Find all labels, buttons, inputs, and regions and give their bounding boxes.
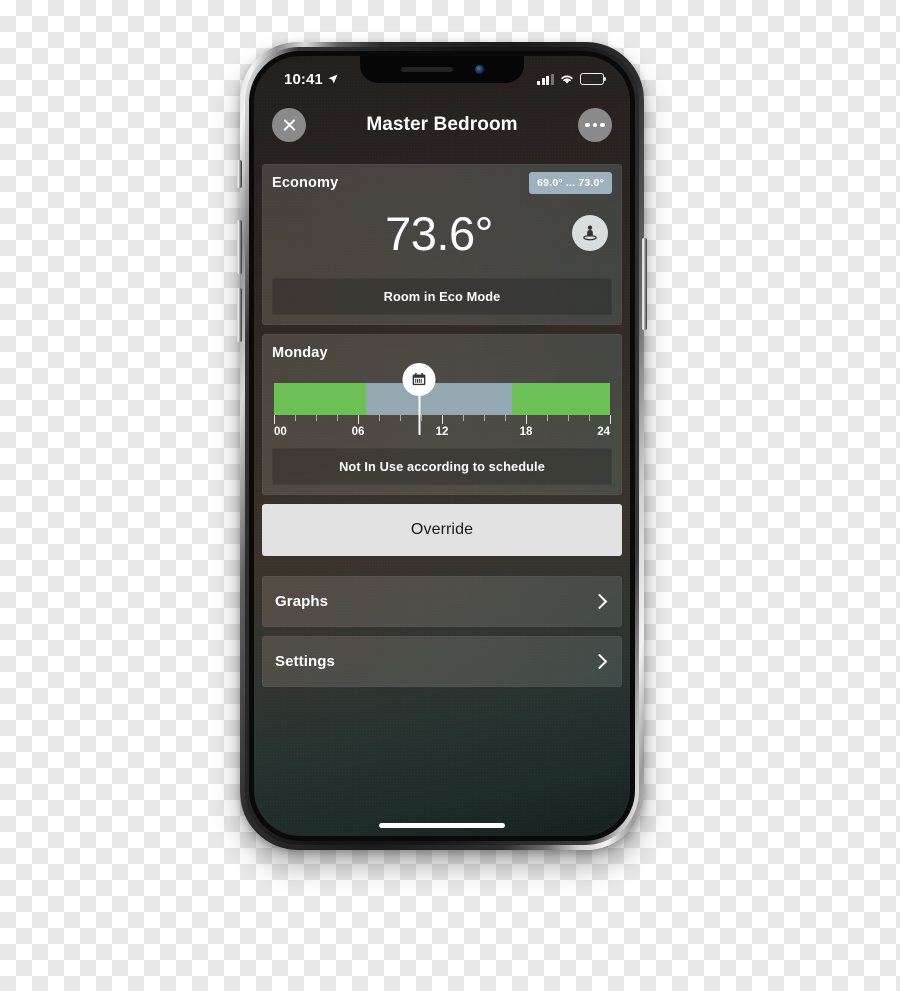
temperature-row: 73.6° — [272, 194, 612, 272]
volume-up-button[interactable] — [237, 220, 242, 274]
home-indicator[interactable] — [379, 823, 505, 828]
timeline-tick-minor — [400, 415, 402, 421]
more-options-button[interactable] — [577, 108, 612, 142]
timeline-tick-major — [442, 415, 444, 424]
setpoint-range-badge[interactable]: 69.0° ... 73.0° — [529, 172, 612, 194]
timeline-axis-label: 12 — [435, 426, 449, 438]
schedule-marker-stem — [418, 395, 421, 435]
timeline-segment — [274, 383, 367, 415]
phone-screen: 10:41 Master Bedroom Economy 69.0° ... 7… — [254, 56, 630, 836]
eco-mode-status: Room in Eco Mode — [272, 278, 612, 315]
status-bar-time-group: 10:41 — [284, 71, 339, 88]
close-button[interactable] — [272, 108, 306, 142]
status-bar-time: 10:41 — [284, 70, 323, 88]
schedule-marker-bubble — [402, 363, 436, 396]
menu-row-label: Settings — [275, 653, 335, 670]
timeline-tick-minor — [337, 415, 339, 421]
timeline-axis-label: 24 — [597, 426, 610, 438]
timeline-bar[interactable] — [274, 383, 610, 415]
timeline-segment — [366, 383, 512, 415]
schedule-status: Not In Use according to schedule — [272, 448, 612, 485]
timeline-tick-major — [358, 415, 360, 424]
timeline-tick-minor — [547, 415, 549, 421]
more-options-icon — [585, 122, 605, 128]
navigation-bar: Master Bedroom — [254, 94, 630, 156]
cellular-signal-icon — [537, 73, 554, 85]
schedule-day-label: Monday — [272, 345, 328, 361]
schedule-card: Monday 00 06 12 18 24 Not In Use accordi… — [262, 334, 622, 495]
page-title: Master Bedroom — [366, 114, 518, 135]
presence-person-icon — [583, 225, 597, 241]
timeline-axis-labels: 00 06 12 18 24 — [274, 426, 610, 442]
menu-row-graphs[interactable]: Graphs — [262, 576, 622, 627]
timeline-ticks — [274, 415, 612, 424]
economy-card-header: Economy 69.0° ... 73.0° — [272, 172, 612, 194]
timeline-tick-minor — [484, 415, 486, 421]
wifi-icon — [561, 75, 573, 84]
presence-button[interactable] — [572, 215, 608, 251]
timeline-segment — [512, 383, 610, 415]
power-button[interactable] — [642, 238, 647, 330]
battery-icon — [580, 73, 607, 85]
menu-row-settings[interactable]: Settings — [262, 636, 622, 687]
current-temperature: 73.6° — [385, 206, 493, 260]
menu-row-label: Graphs — [275, 593, 329, 610]
economy-card-title: Economy — [272, 175, 339, 191]
timeline-tick-minor — [316, 415, 318, 421]
close-icon — [282, 118, 297, 133]
timeline-tick-minor — [505, 415, 507, 421]
timeline-tick-major — [526, 415, 528, 424]
timeline-tick-minor — [295, 415, 297, 421]
earpiece-speaker-icon — [400, 67, 453, 72]
timeline-axis-label: 00 — [274, 426, 287, 438]
schedule-marker[interactable] — [402, 363, 436, 435]
chevron-right-icon — [591, 653, 608, 670]
timeline-axis-label: 06 — [351, 426, 365, 438]
front-camera-icon — [474, 65, 484, 74]
calendar-schedule-icon — [412, 372, 426, 386]
schedule-timeline[interactable]: 00 06 12 18 24 — [272, 363, 612, 442]
timeline-tick-major — [274, 415, 276, 424]
location-arrow-icon — [328, 74, 338, 84]
volume-down-button[interactable] — [237, 288, 242, 342]
timeline-tick-minor — [568, 415, 570, 421]
main-content: Economy 69.0° ... 73.0° 73.6° Room in Ec… — [254, 156, 630, 687]
timeline-axis-label: 18 — [519, 426, 533, 438]
timeline-tick-major — [610, 415, 612, 424]
status-bar-indicators — [537, 73, 607, 85]
device-notch — [360, 56, 524, 83]
mute-switch[interactable] — [237, 160, 242, 188]
economy-card: Economy 69.0° ... 73.0° 73.6° Room in Ec… — [262, 164, 622, 325]
timeline-tick-minor — [379, 415, 381, 421]
override-button[interactable]: Override — [262, 504, 622, 556]
timeline-tick-minor — [463, 415, 465, 421]
timeline-tick-minor — [589, 415, 591, 421]
phone-device: 10:41 Master Bedroom Economy 69.0° ... 7… — [237, 42, 647, 850]
chevron-right-icon — [591, 593, 608, 610]
menu-list: Graphs Settings — [262, 576, 622, 687]
